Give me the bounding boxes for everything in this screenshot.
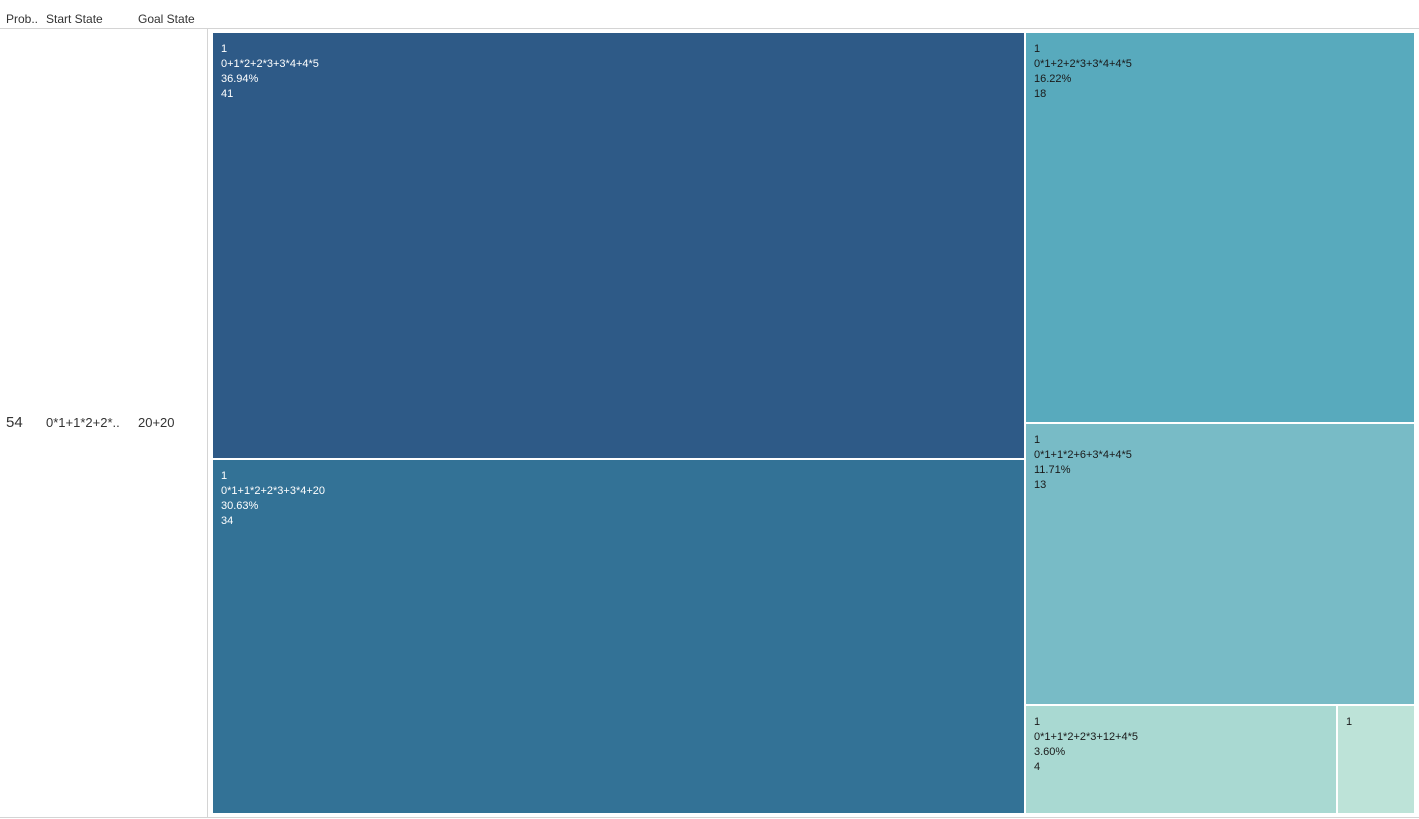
column-header-prob[interactable]: Prob.. (6, 12, 38, 26)
treemap-view: Prob.. Start State Goal State 54 0*1+1*2… (0, 0, 1419, 819)
tile-label-path: 0*1+1*2+6+3*4+4*5 (1034, 449, 1132, 461)
tile-label-count: 1 (221, 470, 228, 482)
tile-label-path: 0*1+2+2*3+3*4+4*5 (1034, 58, 1132, 70)
column-header-goal-state[interactable]: Goal State (138, 12, 195, 26)
tile-label-value: 13 (1034, 479, 1047, 491)
tile-label-count: 1 (1346, 716, 1353, 728)
treemap-tile[interactable]: 1 0*1+2+2*3+3*4+4*5 16.22% 18 (1025, 32, 1415, 423)
treemap-tile[interactable]: 1 0+1*2+2*3+3*4+4*5 36.94% 41 (212, 32, 1025, 459)
tile-label: 1 0+1*2+2*3+3*4+4*5 36.94% 41 (221, 42, 319, 102)
tile-label-percent: 36.94% (221, 73, 259, 85)
treemap-chart: 1 0+1*2+2*3+3*4+4*5 36.94% 41 1 0*1+1*2+2*3+3… (212, 32, 1415, 814)
tile-label-path: 0*1+1*2+2*3+12+4*5 (1034, 731, 1138, 743)
tile-label-count: 1 (1034, 716, 1041, 728)
header-divider (0, 28, 1419, 29)
tile-label-percent: 3.60% (1034, 746, 1066, 758)
tile-label: 1 0*1+1*2+2*3+12+4*5 3.60% 4 (1034, 715, 1138, 775)
tile-label-percent: 30.63% (221, 500, 259, 512)
tile-label-value: 41 (221, 88, 234, 100)
row-prob-value[interactable]: 54 (6, 414, 23, 431)
treemap-tile[interactable]: 1 0*1+1*2+6+3*4+4*5 11.71% 13 (1025, 423, 1415, 705)
tile-label-percent: 16.22% (1034, 73, 1072, 85)
tile-label-path: 0*1+1*2+2*3+3*4+20 (221, 485, 325, 497)
treemap-tile[interactable]: 1 0*1+1*2+2*3+3*4+20 30.63% 34 (212, 459, 1025, 814)
pane-divider (207, 28, 208, 818)
treemap-tile[interactable]: 1 (1337, 705, 1415, 814)
bottom-divider (0, 817, 1419, 818)
treemap-tile[interactable]: 1 0*1+1*2+2*3+12+4*5 3.60% 4 (1025, 705, 1337, 814)
tile-label: 1 0*1+1*2+6+3*4+4*5 11.71% 13 (1034, 433, 1132, 493)
tile-label-count: 1 (1034, 434, 1041, 446)
tile-label-percent: 11.71% (1034, 464, 1071, 476)
tile-label: 1 (1346, 715, 1352, 730)
tile-label-value: 4 (1034, 761, 1041, 773)
tile-label-count: 1 (221, 43, 228, 55)
tile-label-count: 1 (1034, 43, 1041, 55)
row-start-state-value[interactable]: 0*1+1*2+2*.. (46, 415, 120, 430)
row-goal-state-value[interactable]: 20+20 (138, 415, 175, 430)
tile-label-value: 34 (221, 515, 234, 527)
column-header-start-state[interactable]: Start State (46, 12, 103, 26)
tile-label: 1 0*1+1*2+2*3+3*4+20 30.63% 34 (221, 469, 325, 529)
tile-label-value: 18 (1034, 88, 1047, 100)
tile-label-path: 0+1*2+2*3+3*4+4*5 (221, 58, 319, 70)
tile-label: 1 0*1+2+2*3+3*4+4*5 16.22% 18 (1034, 42, 1132, 102)
